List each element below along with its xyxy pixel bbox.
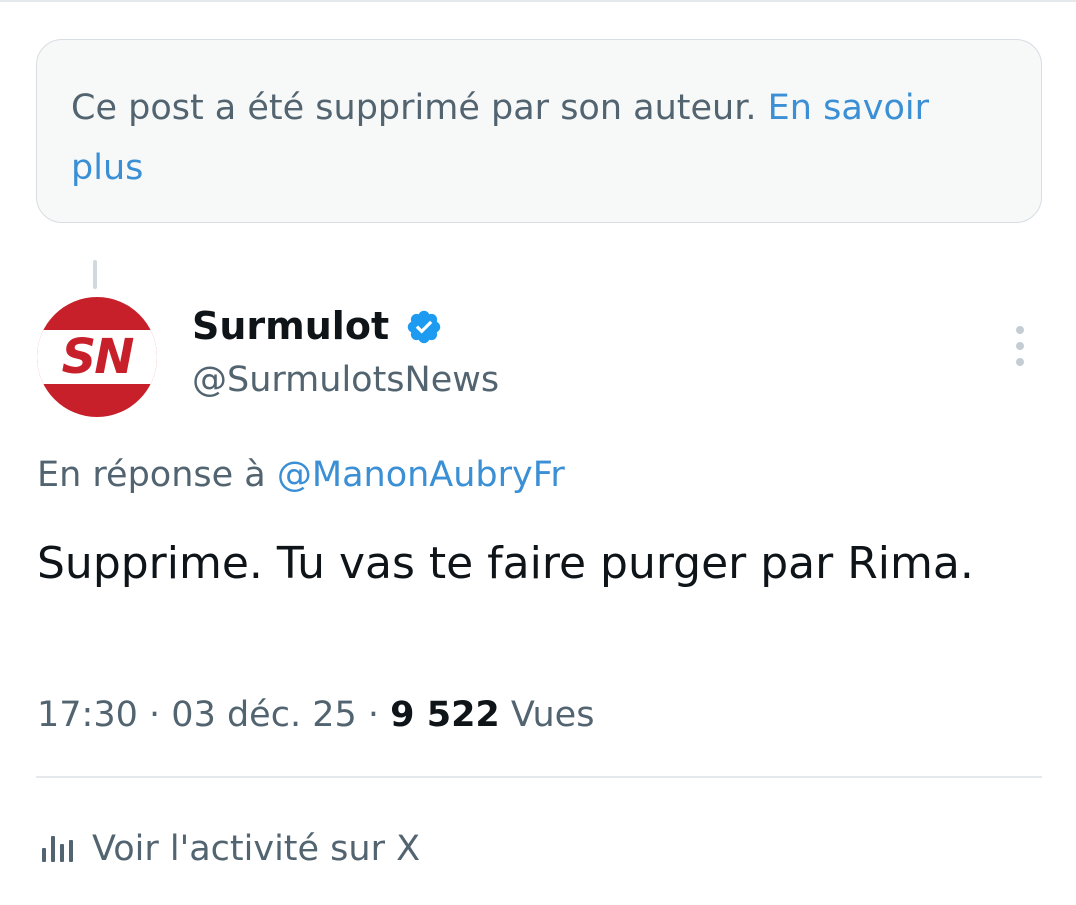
avatar[interactable]: SN [37, 297, 157, 417]
views-label: Vues [510, 695, 595, 735]
more-vertical-icon[interactable] [1008, 322, 1032, 370]
author-handle[interactable]: @SurmulotsNews [192, 356, 499, 404]
reply-context: En réponse à @ManonAubryFr [37, 450, 565, 500]
meta-separator: · [149, 695, 161, 735]
thread-connector-line [93, 260, 97, 289]
meta-separator: · [367, 695, 380, 735]
view-activity-label: Voir l'activité sur X [92, 829, 421, 869]
deleted-post-notice: Ce post a été supprimé par son auteur. E… [36, 39, 1042, 223]
view-activity-link[interactable]: Voir l'activité sur X [40, 824, 420, 874]
post-date[interactable]: 03 déc. 25 [171, 695, 356, 735]
divider [36, 776, 1042, 778]
reply-prefix: En réponse à [37, 455, 266, 495]
deleted-notice-text: Ce post a été supprimé par son auteur. [71, 88, 757, 128]
top-divider [0, 0, 1076, 2]
reply-mention-link[interactable]: @ManonAubryFr [277, 455, 565, 495]
avatar-logo-text: SN [61, 329, 135, 385]
verified-badge-icon[interactable] [405, 308, 443, 346]
author-display-name[interactable]: Surmulot [192, 302, 389, 350]
views-count: 9 522 [390, 695, 500, 735]
post-metadata: 17:30 · 03 déc. 25 · 9 522 Vues [37, 690, 594, 740]
post-time[interactable]: 17:30 [37, 695, 138, 735]
bar-chart-icon [42, 836, 73, 862]
post-text: Supprime. Tu vas te faire purger par Rim… [37, 538, 974, 589]
